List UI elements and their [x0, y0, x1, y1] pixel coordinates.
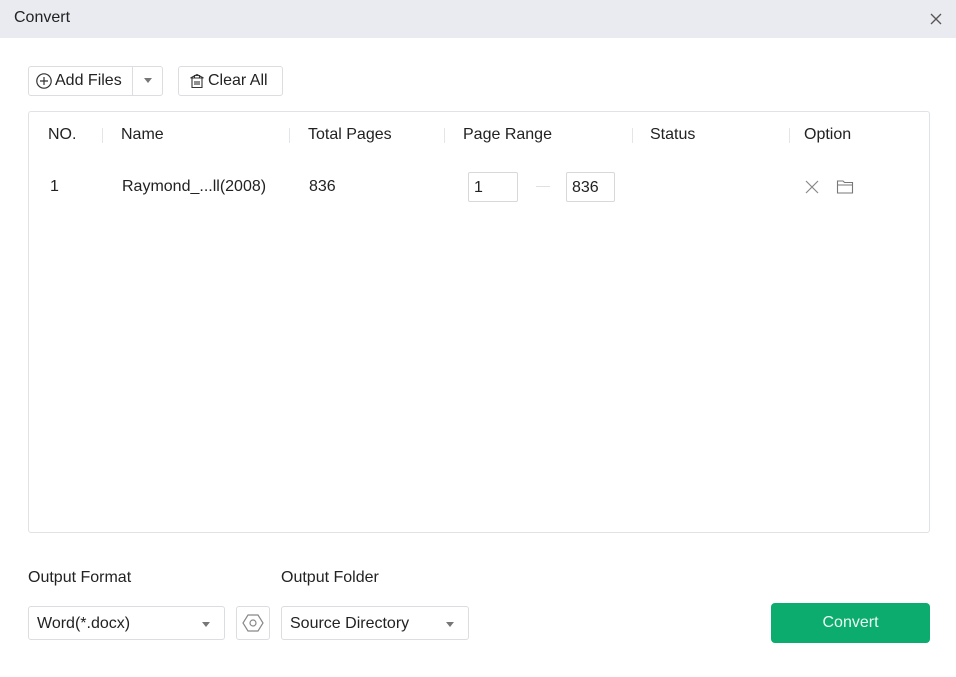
close-icon: [930, 13, 942, 25]
open-folder-button[interactable]: [836, 178, 854, 196]
caret-down-icon: [446, 622, 454, 627]
output-folder-label: Output Folder: [281, 569, 379, 586]
title-bar: Convert: [0, 0, 956, 38]
format-settings-button[interactable]: [236, 606, 270, 640]
add-files-button[interactable]: Add Files: [29, 67, 133, 95]
column-header-no: NO.: [48, 126, 77, 143]
caret-down-icon: [202, 622, 210, 627]
plus-circle-icon: [36, 73, 52, 89]
remove-file-button[interactable]: [803, 178, 821, 196]
close-button[interactable]: [926, 9, 946, 29]
column-separator: [289, 128, 290, 143]
add-files-button-group: Add Files: [28, 66, 163, 96]
window-title: Convert: [14, 9, 71, 26]
settings-hexagon-icon: [242, 614, 264, 632]
column-separator: [632, 128, 633, 143]
page-range-from-input[interactable]: 1: [468, 172, 518, 202]
column-header-option: Option: [804, 126, 852, 143]
column-separator: [789, 128, 790, 143]
column-header-name: Name: [121, 126, 164, 143]
row-file-name: Raymond_...ll(2008): [122, 178, 267, 195]
range-separator: [536, 186, 550, 187]
row-total-pages: 836: [309, 178, 336, 195]
output-format-value: Word(*.docx): [37, 615, 131, 632]
add-files-dropdown[interactable]: [133, 67, 162, 95]
convert-button[interactable]: Convert: [771, 603, 930, 643]
clear-all-label: Clear All: [208, 72, 268, 89]
trash-icon: [190, 73, 204, 89]
output-folder-value: Source Directory: [290, 615, 410, 632]
add-files-label: Add Files: [55, 72, 122, 89]
close-icon: [805, 180, 819, 194]
row-number: 1: [50, 178, 59, 195]
output-folder-select[interactable]: Source Directory: [281, 606, 469, 640]
column-separator: [102, 128, 103, 143]
caret-down-icon: [143, 78, 152, 83]
clear-all-button[interactable]: Clear All: [178, 66, 283, 96]
folder-icon: [836, 180, 854, 194]
column-header-total-pages: Total Pages: [308, 126, 392, 143]
page-range-to-input[interactable]: 836: [566, 172, 615, 202]
output-format-select[interactable]: Word(*.docx): [28, 606, 225, 640]
column-header-page-range: Page Range: [463, 126, 552, 143]
column-header-status: Status: [650, 126, 696, 143]
output-format-label: Output Format: [28, 569, 132, 586]
column-separator: [444, 128, 445, 143]
